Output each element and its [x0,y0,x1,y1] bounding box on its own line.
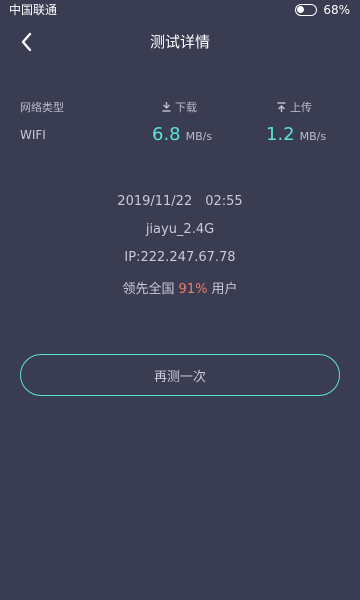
download-header-label: 下载 [175,101,197,114]
network-type-value: WIFI [20,128,46,142]
upload-header-label: 上传 [290,101,312,114]
battery-icon [295,4,318,16]
ranking-text: 领先全国 91% 用户 [0,278,360,297]
top-navigation: 测试详情 [0,28,360,60]
download-speed: 6.8 MB/s [152,124,212,145]
battery-status: 68% [295,3,350,17]
ranking-suffix: 用户 [211,282,238,297]
wifi-ssid: jiayu_2.4G [145,222,215,237]
network-type-header: 网络类型 [20,101,64,114]
upload-header: 上传 [277,99,347,115]
download-speed-value: 6.8 [152,124,181,145]
upload-speed-value: 1.2 [266,124,295,145]
upload-speed: 1.2 MB/s [266,124,336,145]
upload-speed-unit: MB/s [299,130,327,143]
ranking-prefix: 领先全国 [122,282,175,297]
result-table-header: 网络类型 下载 上传 [0,99,360,115]
status-bar: 中国联通 68% [0,0,360,20]
result-row: WIFI 6.8 MB/s 1.2 MB/s [0,124,360,146]
download-icon [162,102,171,112]
download-speed-unit: MB/s [185,130,213,143]
carrier-name: 中国联通 [9,3,58,17]
download-header: 下载 [162,99,222,115]
test-date: 2019/11/22 [117,194,193,209]
retest-button[interactable]: 再测一次 [20,354,340,396]
ip-address: IP:222.247.67.78 [124,250,236,265]
upload-icon [277,102,286,112]
page-title: 测试详情 [149,33,210,51]
ranking-percent: 91% [178,282,208,297]
test-time: 02:55 [205,194,243,209]
battery-percentage: 68% [323,3,350,17]
test-datetime: 2019/11/22 02:55 [0,194,360,209]
